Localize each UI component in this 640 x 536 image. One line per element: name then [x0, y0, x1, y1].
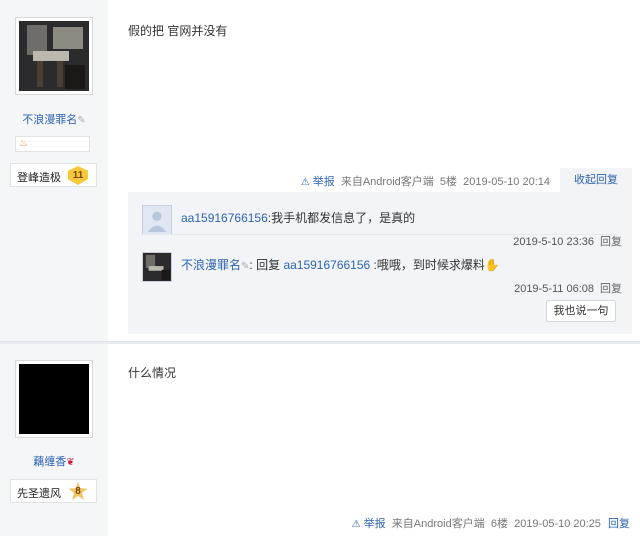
avatar-photo	[19, 364, 89, 434]
reply-meta: 2019-5-10 23:36 回复	[513, 233, 622, 249]
pen-icon: ✎	[77, 115, 86, 126]
member-level[interactable]: 登峰造极 11	[10, 163, 97, 187]
client-source: 来自Android客户端	[391, 518, 485, 530]
pen-icon: ✎	[241, 261, 250, 272]
reply-time: 2019-5-10 23:36	[513, 236, 594, 248]
floor-number: 5楼	[439, 176, 458, 188]
say-something-button[interactable]: 我也说一句	[546, 300, 616, 322]
reply-divider	[142, 234, 618, 235]
author-avatar[interactable]	[15, 360, 93, 438]
post-time: 2019-05-10 20:14	[463, 176, 550, 188]
author-name-link[interactable]: 不浪漫罪名✎	[0, 111, 108, 127]
reply-meta: 2019-5-11 06:08 回复	[514, 280, 622, 296]
author-sidebar: 不浪漫罪名✎ ♨ 登峰造极 11	[0, 0, 108, 343]
reply-button[interactable]: 回复	[608, 518, 630, 530]
post-content: 假的把 官网并没有	[128, 24, 228, 38]
flame-icon: ♨	[19, 138, 28, 149]
post-meta: ⚠ 举报 来自Android客户端 5楼 2019-05-10 20:14	[301, 173, 550, 189]
reply-button[interactable]: 回复	[600, 283, 622, 295]
level-number-badge: 11	[68, 166, 88, 185]
warning-triangle-icon: ⚠	[300, 177, 310, 188]
author-sidebar: 藕缠香❦ 先圣遗风 8	[0, 344, 108, 536]
post-meta: ⚠ 举报 来自Android客户端 6楼 2019-05-10 20:25 回复	[352, 515, 630, 531]
report-link[interactable]: 举报	[364, 518, 386, 530]
author-name-link[interactable]: 藕缠香❦	[0, 453, 108, 469]
level-number-badge: 8	[68, 482, 88, 501]
report-link[interactable]: 举报	[313, 176, 335, 188]
post-time: 2019-05-10 20:25	[514, 518, 601, 530]
reply-body: :我手机都发信息了，是真的	[267, 211, 416, 225]
badge-strip: ♨	[15, 136, 90, 152]
level-name: 登峰造极	[17, 172, 61, 184]
member-level[interactable]: 先圣遗风 8	[10, 479, 97, 503]
reply-avatar[interactable]	[142, 252, 172, 282]
reply-user-link[interactable]: 不浪漫罪名	[181, 258, 241, 272]
reply-user-link[interactable]: aa15916766156	[181, 211, 268, 225]
floor-number: 6楼	[490, 518, 508, 530]
author-name: 不浪漫罪名	[22, 114, 78, 126]
reply-body: :哦哦，到时候求爆料	[370, 258, 485, 272]
reply-panel: aa15916766156:我手机都发信息了，是真的 2019-5-10 23:…	[128, 192, 632, 334]
reply-time: 2019-5-11 06:08	[514, 283, 594, 295]
collapse-replies-button[interactable]: 收起回复	[560, 168, 632, 192]
default-avatar-icon[interactable]	[142, 205, 172, 235]
client-source: 来自Android客户端	[340, 176, 434, 188]
reply-button[interactable]: 回复	[600, 236, 622, 248]
cherry-icon: ❦	[66, 457, 75, 468]
level-name: 先圣遗风	[17, 488, 61, 500]
author-avatar[interactable]	[15, 17, 93, 95]
reply-text: 不浪漫罪名✎: 回复 aa15916766156 :哦哦，到时候求爆料✋	[181, 258, 500, 272]
post-floor-5: 不浪漫罪名✎ ♨ 登峰造极 11 假的把 官网并没有 ⚠ 举报 来自Androi…	[0, 0, 640, 343]
avatar-photo	[19, 21, 89, 91]
post-content: 什么情况	[128, 366, 177, 380]
post-floor-6: 藕缠香❦ 先圣遗风 8 什么情况 ⚠ 举报 来自Android客户端 6楼 20…	[0, 344, 640, 536]
gold-hand-icon: ✋	[484, 258, 500, 272]
reply-target-link[interactable]: aa15916766156	[283, 258, 370, 272]
author-name: 藕缠香	[33, 456, 67, 468]
warning-triangle-icon: ⚠	[351, 519, 361, 530]
reply-text: aa15916766156:我手机都发信息了，是真的	[181, 209, 415, 226]
reply-word: 回复	[256, 258, 281, 272]
